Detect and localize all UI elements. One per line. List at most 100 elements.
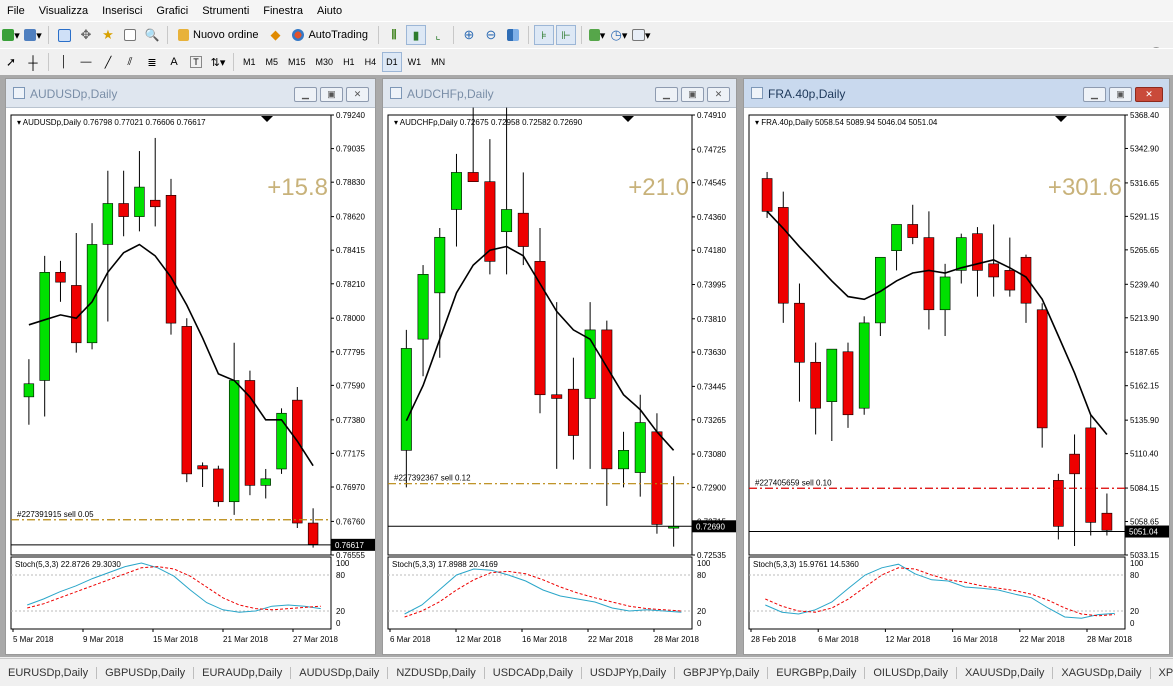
order-label: #227392367 sell 0.12 [394,474,471,483]
chart-window-audusd[interactable]: AUDUSDp,Daily ▁ ▣ ✕ 0.792400.790350.7883… [5,78,376,655]
profiles-button[interactable]: ▾ [23,25,43,45]
chart-titlebar[interactable]: FRA.40p,Daily ▁ ▣ ✕ [744,79,1169,108]
timeframe-m5[interactable]: M5 [262,52,283,72]
autotrading-label: AutoTrading [308,29,368,41]
menu-window[interactable]: Finestra [256,5,310,17]
bull-candle [827,349,837,401]
autoscroll-button[interactable]: ⊧ [534,25,554,45]
y-tick-label: 0.73445 [697,382,726,391]
y-tick-label: 0.76970 [336,483,365,492]
x-tick-label: 22 Mar 2018 [588,635,633,644]
timeframe-m15[interactable]: M15 [284,52,310,72]
strategy-tester-button[interactable]: 🔍 [142,25,162,45]
bear-candle [1053,480,1063,526]
chart-tab-nzdusd[interactable]: NZDUSDp,Daily [388,667,484,679]
zoom-out-button[interactable]: ⊖ [481,25,501,45]
chart-tab-gbpusd[interactable]: GBPUSDp,Daily [97,667,194,679]
chart-ohlc-header: ▾ FRA.40p,Daily 5058.54 5089.94 5046.04 … [755,118,938,127]
tile-windows-button[interactable] [503,25,523,45]
menu-insert[interactable]: Inserisci [95,5,149,17]
templates-button[interactable]: ▾ [631,25,652,45]
fibonacci-button[interactable]: ≣ [142,52,162,72]
close-button[interactable]: ✕ [346,87,369,102]
chart-canvas[interactable]: 0.792400.790350.788300.786200.784150.782… [6,107,376,655]
maximize-button[interactable]: ▣ [1109,87,1132,102]
chart-tab-euraud[interactable]: EURAUDp,Daily [194,667,291,679]
timeframe-h1[interactable]: H1 [339,52,359,72]
stoch-label: Stoch(5,3,3) 15.9761 14.5360 [753,560,859,569]
timeframe-d1[interactable]: D1 [382,52,402,72]
trendline-button[interactable]: ╱ [98,52,118,72]
separator [167,26,168,44]
menu-file[interactable]: File [0,5,32,17]
maximize-button[interactable]: ▣ [681,87,704,102]
timeframe-mn[interactable]: MN [427,52,449,72]
chart-titlebar[interactable]: AUDCHFp,Daily ▁ ▣ ✕ [383,79,736,108]
timeframe-w1[interactable]: W1 [404,52,426,72]
y-tick-label: 5265.65 [1130,246,1159,255]
text-label-button[interactable]: T [186,52,206,72]
y-tick-label: 0.78415 [336,246,365,255]
y-tick-label: 5058.65 [1130,518,1159,527]
y-tick-label: 5213.90 [1130,314,1159,323]
timeframe-m30[interactable]: M30 [312,52,338,72]
minimize-button[interactable]: ▁ [655,87,678,102]
close-button[interactable]: ✕ [1135,87,1163,102]
chart-tab-audusd[interactable]: AUDUSDp,Daily [291,667,388,679]
menu-view[interactable]: Visualizza [32,5,95,17]
bar-chart-button[interactable]: ⫼ [384,25,404,45]
zoom-in-button[interactable]: ⊕ [459,25,479,45]
timeframe-m1[interactable]: M1 [239,52,260,72]
chart-tab-xauusd[interactable]: XAUUSDp,Daily [957,667,1053,679]
chart-window-fra40[interactable]: FRA.40p,Daily ▁ ▣ ✕ 5368.405342.905316.6… [743,78,1170,655]
bear-candle [1070,454,1080,474]
bull-candle [261,479,271,486]
data-window-button[interactable]: ✥ [76,25,96,45]
metaeditor-button[interactable]: ◆ [265,25,285,45]
chart-tab-oilusd[interactable]: OILUSDp,Daily [865,667,957,679]
chart-tab-xpdusd[interactable]: XPDUSDp,Daily [1151,667,1173,679]
periods-button[interactable]: ◷▾ [609,25,629,45]
cursor-button[interactable]: ➚ [1,52,21,72]
chart-canvas[interactable]: 0.749100.747250.745450.743600.741800.739… [383,107,737,655]
chart-tab-usdcad[interactable]: USDCADp,Daily [485,667,582,679]
candlestick-button[interactable]: ▮ [406,25,426,45]
text-button[interactable]: A [164,52,184,72]
autotrading-button[interactable]: AutoTrading [287,25,373,45]
line-studies-toolbar: ➚ ┼ │ — ╱ ⫽ ≣ A T ⇅▾ M1 M5 M15 M30 H1 H4… [0,48,1173,76]
terminal-button[interactable] [120,25,140,45]
chart-tab-usdjpy[interactable]: USDJPYp,Daily [582,667,675,679]
close-button[interactable]: ✕ [707,87,730,102]
horizontal-line-button[interactable]: — [76,52,96,72]
vertical-line-button[interactable]: │ [54,52,74,72]
chart-titlebar[interactable]: AUDUSDp,Daily ▁ ▣ ✕ [6,79,375,108]
line-chart-button[interactable]: ⌞ [428,25,448,45]
new-order-button[interactable]: Nuovo ordine [173,25,263,45]
bull-candle [892,224,902,250]
indicators-button[interactable]: ▾ [587,25,607,45]
chart-window-audchf[interactable]: AUDCHFp,Daily ▁ ▣ ✕ 0.749100.747250.7454… [382,78,737,655]
chart-canvas[interactable]: 5368.405342.905316.655291.155265.655239.… [744,107,1170,655]
menu-help[interactable]: Aiuto [310,5,349,17]
x-tick-label: 12 Mar 2018 [885,635,930,644]
chart-tab-eurusd[interactable]: EURUSDp,Daily [0,667,97,679]
zoom-out-icon: ⊖ [486,27,497,43]
crosshair-button[interactable]: ┼ [23,52,43,72]
minimize-button[interactable]: ▁ [294,87,317,102]
menu-charts[interactable]: Grafici [149,5,195,17]
market-watch-button[interactable] [54,25,74,45]
chart-shift-button[interactable]: ⊩ [556,25,576,45]
maximize-button[interactable]: ▣ [320,87,343,102]
y-tick-label: 0.73810 [697,315,726,324]
menu-tools[interactable]: Strumenti [195,5,256,17]
arrows-button[interactable]: ⇅▾ [208,52,228,72]
new-chart-button[interactable]: ▾ [1,25,21,45]
navigator-button[interactable]: ★ [98,25,118,45]
chart-tab-eurgbp[interactable]: EURGBPp,Daily [768,667,865,679]
timeframe-h4[interactable]: H4 [361,52,381,72]
chart-tab-gbpjpy[interactable]: GBPJPYp,Daily [675,667,768,679]
x-tick-label: 9 Mar 2018 [83,635,124,644]
minimize-button[interactable]: ▁ [1083,87,1106,102]
equidistant-channel-button[interactable]: ⫽ [120,52,140,72]
chart-tab-xagusd[interactable]: XAGUSDp,Daily [1053,667,1150,679]
